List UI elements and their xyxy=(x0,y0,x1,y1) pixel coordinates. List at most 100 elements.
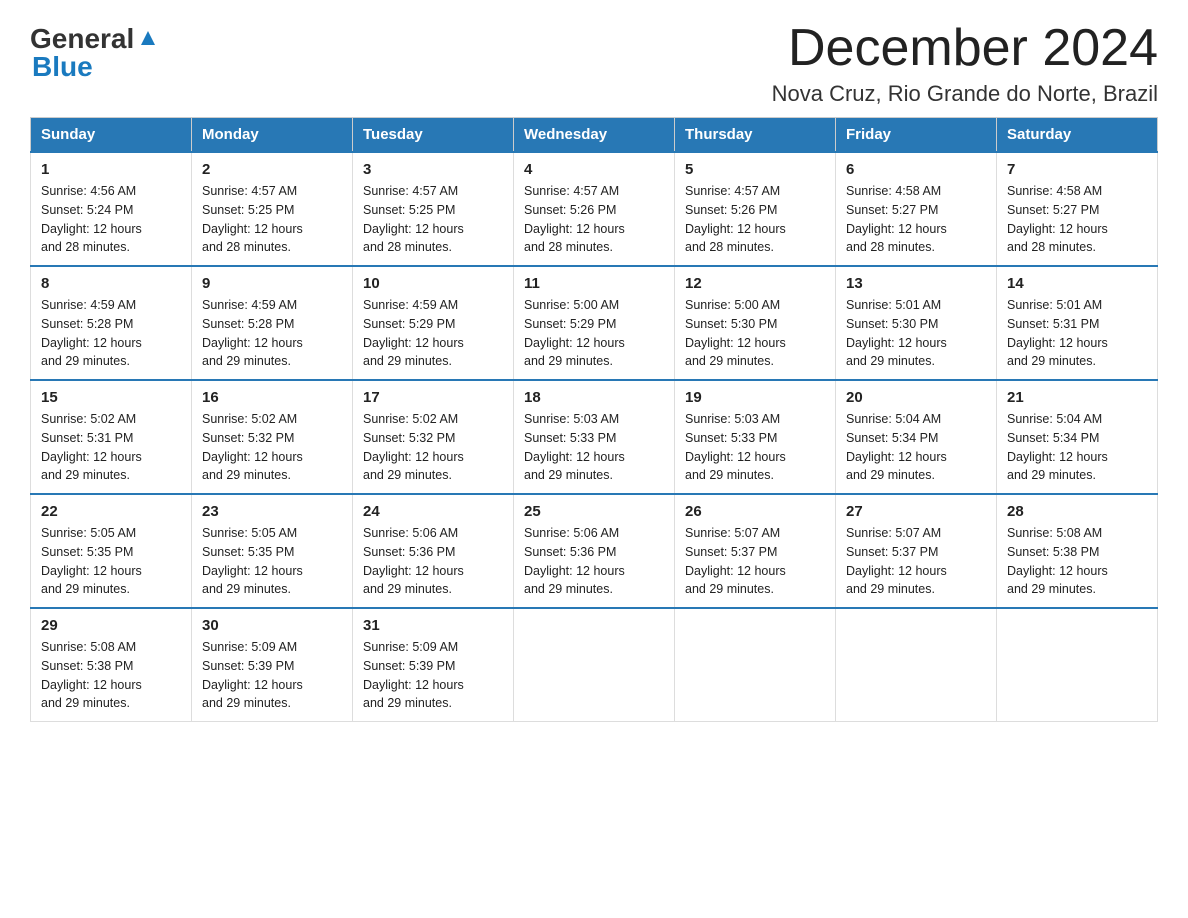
day-cell-19: 19 Sunrise: 5:03 AMSunset: 5:33 PMDayligh… xyxy=(675,380,836,494)
day-info: Sunrise: 4:56 AMSunset: 5:24 PMDaylight:… xyxy=(41,182,181,257)
day-cell-10: 10 Sunrise: 4:59 AMSunset: 5:29 PMDayligh… xyxy=(353,266,514,380)
day-info: Sunrise: 4:58 AMSunset: 5:27 PMDaylight:… xyxy=(846,182,986,257)
day-info: Sunrise: 5:06 AMSunset: 5:36 PMDaylight:… xyxy=(363,524,503,599)
logo: General Blue xyxy=(30,20,159,83)
empty-cell xyxy=(997,608,1158,722)
calendar-table: SundayMondayTuesdayWednesdayThursdayFrid… xyxy=(30,117,1158,722)
empty-cell xyxy=(675,608,836,722)
page-header: General Blue December 2024 Nova Cruz, Ri… xyxy=(30,20,1158,107)
day-number: 23 xyxy=(202,503,342,520)
day-cell-9: 9Sunrise: 4:59 AMSunset: 5:28 PMDaylight… xyxy=(192,266,353,380)
day-number: 8 xyxy=(41,275,181,292)
day-number: 29 xyxy=(41,617,181,634)
day-cell-23: 23 Sunrise: 5:05 AMSunset: 5:35 PMDayligh… xyxy=(192,494,353,608)
day-number: 24 xyxy=(363,503,503,520)
day-info: Sunrise: 4:59 AMSunset: 5:28 PMDaylight:… xyxy=(41,296,181,371)
calendar-week-row: 8 Sunrise: 4:59 AMSunset: 5:28 PMDaylight… xyxy=(31,266,1158,380)
day-info: Sunrise: 5:08 AMSunset: 5:38 PMDaylight:… xyxy=(1007,524,1147,599)
day-cell-4: 4Sunrise: 4:57 AMSunset: 5:26 PMDaylight… xyxy=(514,152,675,266)
day-number: 28 xyxy=(1007,503,1147,520)
day-number: 21 xyxy=(1007,389,1147,406)
weekday-header-thursday: Thursday xyxy=(675,118,836,153)
day-number: 30 xyxy=(202,617,342,634)
day-cell-25: 25Sunrise: 5:06 AMSunset: 5:36 PMDayligh… xyxy=(514,494,675,608)
day-number: 5 xyxy=(685,161,825,178)
day-info: Sunrise: 5:01 AMSunset: 5:31 PMDaylight:… xyxy=(1007,296,1147,371)
day-info: Sunrise: 5:02 AMSunset: 5:32 PMDaylight:… xyxy=(363,410,503,485)
calendar-week-row: 29 Sunrise: 5:08 AMSunset: 5:38 PMDayligh… xyxy=(31,608,1158,722)
day-cell-13: 13Sunrise: 5:01 AMSunset: 5:30 PMDayligh… xyxy=(836,266,997,380)
day-info: Sunrise: 5:00 AMSunset: 5:29 PMDaylight:… xyxy=(524,296,664,371)
day-info: Sunrise: 4:59 AMSunset: 5:29 PMDaylight:… xyxy=(363,296,503,371)
day-cell-24: 24 Sunrise: 5:06 AMSunset: 5:36 PMDayligh… xyxy=(353,494,514,608)
day-info: Sunrise: 5:09 AMSunset: 5:39 PMDaylight:… xyxy=(363,638,503,713)
day-number: 7 xyxy=(1007,161,1147,178)
day-number: 9 xyxy=(202,275,342,292)
day-cell-16: 16 Sunrise: 5:02 AMSunset: 5:32 PMDayligh… xyxy=(192,380,353,494)
day-info: Sunrise: 5:05 AMSunset: 5:35 PMDaylight:… xyxy=(41,524,181,599)
title-block: December 2024 Nova Cruz, Rio Grande do N… xyxy=(772,20,1158,107)
day-info: Sunrise: 4:57 AMSunset: 5:25 PMDaylight:… xyxy=(363,182,503,257)
day-number: 18 xyxy=(524,389,664,406)
day-cell-8: 8 Sunrise: 4:59 AMSunset: 5:28 PMDaylight… xyxy=(31,266,192,380)
day-number: 11 xyxy=(524,275,664,292)
weekday-header-friday: Friday xyxy=(836,118,997,153)
day-info: Sunrise: 5:09 AMSunset: 5:39 PMDaylight:… xyxy=(202,638,342,713)
page-subtitle: Nova Cruz, Rio Grande do Norte, Brazil xyxy=(772,81,1158,107)
day-number: 26 xyxy=(685,503,825,520)
day-cell-14: 14 Sunrise: 5:01 AMSunset: 5:31 PMDayligh… xyxy=(997,266,1158,380)
day-cell-15: 15Sunrise: 5:02 AMSunset: 5:31 PMDayligh… xyxy=(31,380,192,494)
day-cell-21: 21 Sunrise: 5:04 AMSunset: 5:34 PMDayligh… xyxy=(997,380,1158,494)
empty-cell xyxy=(836,608,997,722)
day-cell-3: 3 Sunrise: 4:57 AMSunset: 5:25 PMDaylight… xyxy=(353,152,514,266)
day-info: Sunrise: 5:02 AMSunset: 5:32 PMDaylight:… xyxy=(202,410,342,485)
day-cell-12: 12Sunrise: 5:00 AMSunset: 5:30 PMDayligh… xyxy=(675,266,836,380)
day-cell-17: 17 Sunrise: 5:02 AMSunset: 5:32 PMDayligh… xyxy=(353,380,514,494)
day-info: Sunrise: 5:02 AMSunset: 5:31 PMDaylight:… xyxy=(41,410,181,485)
day-info: Sunrise: 4:57 AMSunset: 5:25 PMDaylight:… xyxy=(202,182,342,257)
calendar-week-row: 1 Sunrise: 4:56 AMSunset: 5:24 PMDaylight… xyxy=(31,152,1158,266)
logo-general-text: General xyxy=(30,25,134,53)
day-number: 16 xyxy=(202,389,342,406)
day-info: Sunrise: 5:03 AMSunset: 5:33 PMDaylight:… xyxy=(685,410,825,485)
day-number: 3 xyxy=(363,161,503,178)
day-number: 25 xyxy=(524,503,664,520)
day-number: 22 xyxy=(41,503,181,520)
day-cell-28: 28 Sunrise: 5:08 AMSunset: 5:38 PMDayligh… xyxy=(997,494,1158,608)
day-number: 1 xyxy=(41,161,181,178)
day-number: 2 xyxy=(202,161,342,178)
day-info: Sunrise: 5:08 AMSunset: 5:38 PMDaylight:… xyxy=(41,638,181,713)
day-cell-1: 1 Sunrise: 4:56 AMSunset: 5:24 PMDaylight… xyxy=(31,152,192,266)
day-number: 19 xyxy=(685,389,825,406)
day-cell-30: 30 Sunrise: 5:09 AMSunset: 5:39 PMDayligh… xyxy=(192,608,353,722)
day-cell-5: 5 Sunrise: 4:57 AMSunset: 5:26 PMDaylight… xyxy=(675,152,836,266)
weekday-header-sunday: Sunday xyxy=(31,118,192,153)
day-number: 6 xyxy=(846,161,986,178)
weekday-header-monday: Monday xyxy=(192,118,353,153)
day-cell-6: 6 Sunrise: 4:58 AMSunset: 5:27 PMDaylight… xyxy=(836,152,997,266)
day-cell-11: 11 Sunrise: 5:00 AMSunset: 5:29 PMDayligh… xyxy=(514,266,675,380)
day-info: Sunrise: 5:01 AMSunset: 5:30 PMDaylight:… xyxy=(846,296,986,371)
day-cell-18: 18Sunrise: 5:03 AMSunset: 5:33 PMDayligh… xyxy=(514,380,675,494)
day-cell-26: 26Sunrise: 5:07 AMSunset: 5:37 PMDayligh… xyxy=(675,494,836,608)
day-number: 14 xyxy=(1007,275,1147,292)
day-cell-20: 20Sunrise: 5:04 AMSunset: 5:34 PMDayligh… xyxy=(836,380,997,494)
day-info: Sunrise: 4:57 AMSunset: 5:26 PMDaylight:… xyxy=(685,182,825,257)
calendar-week-row: 22 Sunrise: 5:05 AMSunset: 5:35 PMDayligh… xyxy=(31,494,1158,608)
weekday-header-wednesday: Wednesday xyxy=(514,118,675,153)
page-title: December 2024 xyxy=(772,20,1158,77)
day-number: 10 xyxy=(363,275,503,292)
day-number: 17 xyxy=(363,389,503,406)
day-info: Sunrise: 4:58 AMSunset: 5:27 PMDaylight:… xyxy=(1007,182,1147,257)
day-cell-31: 31Sunrise: 5:09 AMSunset: 5:39 PMDayligh… xyxy=(353,608,514,722)
calendar-week-row: 15Sunrise: 5:02 AMSunset: 5:31 PMDayligh… xyxy=(31,380,1158,494)
day-cell-7: 7 Sunrise: 4:58 AMSunset: 5:27 PMDaylight… xyxy=(997,152,1158,266)
day-info: Sunrise: 5:05 AMSunset: 5:35 PMDaylight:… xyxy=(202,524,342,599)
day-info: Sunrise: 5:04 AMSunset: 5:34 PMDaylight:… xyxy=(846,410,986,485)
logo-triangle-icon xyxy=(137,27,159,53)
weekday-header-tuesday: Tuesday xyxy=(353,118,514,153)
empty-cell xyxy=(514,608,675,722)
day-info: Sunrise: 5:04 AMSunset: 5:34 PMDaylight:… xyxy=(1007,410,1147,485)
weekday-header-saturday: Saturday xyxy=(997,118,1158,153)
day-info: Sunrise: 5:07 AMSunset: 5:37 PMDaylight:… xyxy=(846,524,986,599)
